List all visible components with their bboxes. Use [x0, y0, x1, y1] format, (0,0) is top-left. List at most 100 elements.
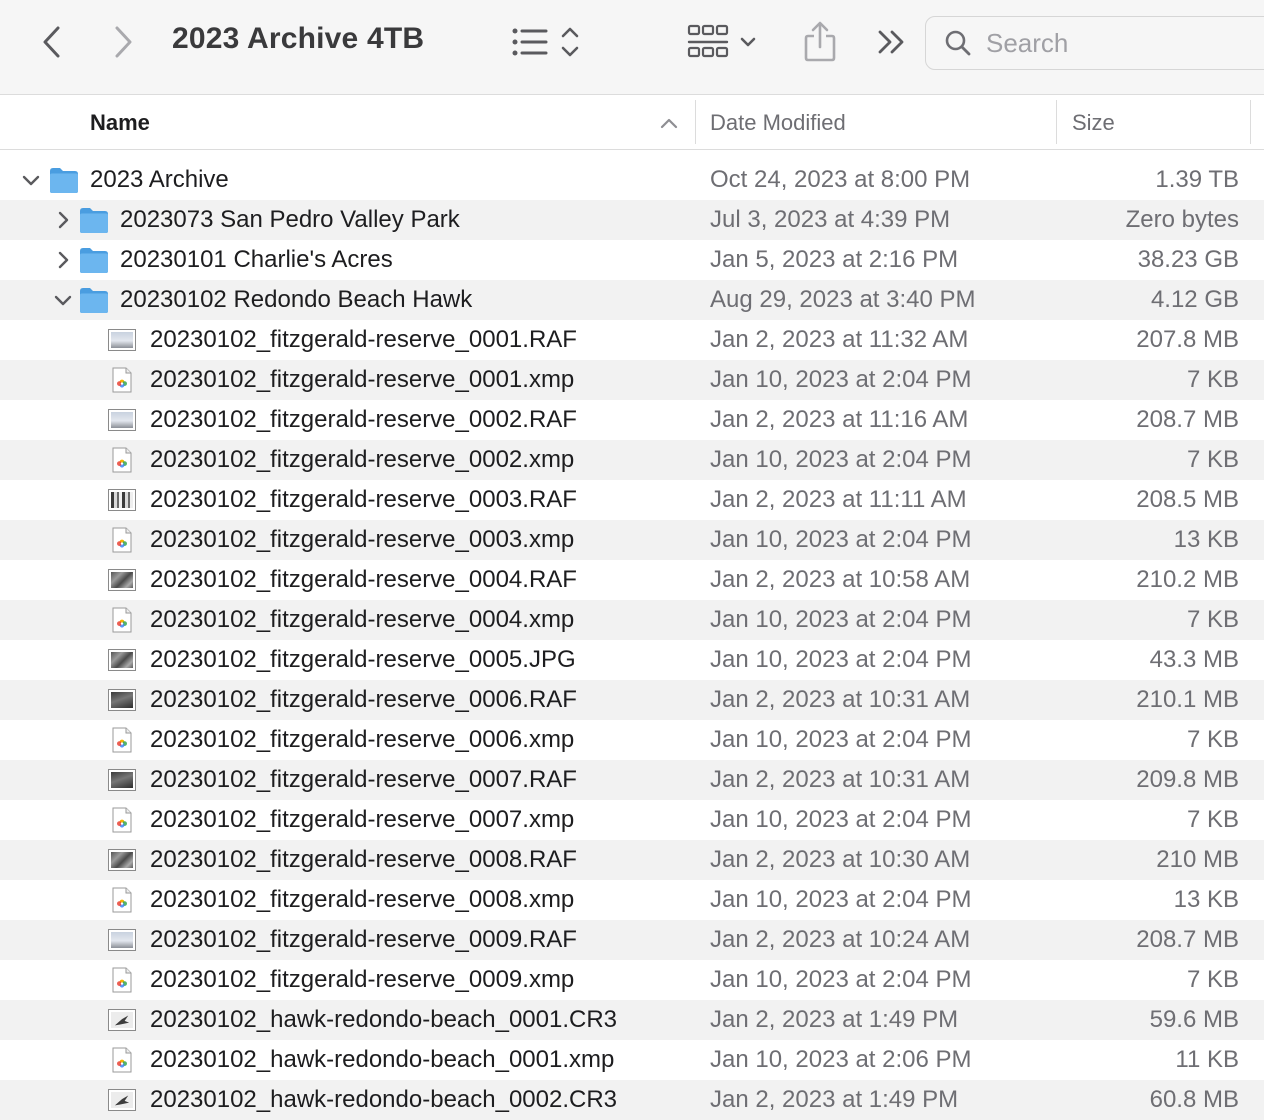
file-name: 20230102_fitzgerald-reserve_0008.xmp — [150, 886, 575, 913]
image-thumbnail-icon — [108, 1009, 136, 1031]
file-size: 208.7 MB — [1136, 926, 1239, 953]
file-row[interactable]: 20230102_fitzgerald-reserve_0003.RAF Jan … — [0, 480, 1264, 520]
search-icon — [945, 30, 971, 56]
file-size: 208.5 MB — [1136, 486, 1239, 513]
image-thumbnail-icon — [108, 329, 136, 351]
toolbar: 2023 Archive 4TB — [0, 0, 1264, 95]
file-name: 20230102_fitzgerald-reserve_0002.RAF — [150, 406, 577, 433]
image-thumbnail-icon — [108, 489, 136, 511]
file-row[interactable]: 20230102_fitzgerald-reserve_0001.xmp Jan … — [0, 360, 1264, 400]
file-size: 4.12 GB — [1150, 286, 1239, 313]
file-size: 7 KB — [1186, 366, 1239, 393]
chevron-right-icon — [115, 26, 132, 58]
date-modified: Jan 2, 2023 at 10:30 AM — [710, 846, 971, 873]
column-divider[interactable] — [695, 100, 696, 144]
file-row[interactable]: 20230102_fitzgerald-reserve_0002.RAF Jan … — [0, 400, 1264, 440]
date-modified: Jan 5, 2023 at 2:16 PM — [710, 246, 959, 273]
folder-icon — [78, 205, 110, 235]
file-size: 210.2 MB — [1136, 566, 1239, 593]
image-thumbnail-icon — [108, 769, 136, 791]
file-row[interactable]: 20230102_fitzgerald-reserve_0008.RAF Jan … — [0, 840, 1264, 880]
disclosure-collapsed-icon[interactable] — [52, 249, 74, 271]
group-view-button[interactable] — [684, 20, 764, 64]
folder-icon — [48, 165, 80, 195]
file-name: 20230102_fitzgerald-reserve_0009.xmp — [150, 966, 575, 993]
file-row[interactable]: 20230102_fitzgerald-reserve_0006.xmp Jan … — [0, 720, 1264, 760]
file-row[interactable]: 20230102_hawk-redondo-beach_0002.CR3 Jan … — [0, 1080, 1264, 1120]
disclosure-expanded-icon[interactable] — [20, 169, 42, 191]
date-modified: Jan 10, 2023 at 2:04 PM — [710, 366, 972, 393]
column-name-header[interactable]: Name — [90, 96, 690, 150]
file-size: 60.8 MB — [1149, 1086, 1239, 1113]
file-size: 7 KB — [1186, 966, 1239, 993]
file-row[interactable]: 20230102_fitzgerald-reserve_0006.RAF Jan … — [0, 680, 1264, 720]
folder-row[interactable]: 20230102 Redondo Beach Hawk Aug 29, 2023 … — [0, 280, 1264, 320]
column-header: Name Date Modified Size — [0, 96, 1264, 150]
folder-icon — [78, 245, 110, 275]
file-name: 20230102_fitzgerald-reserve_0005.JPG — [150, 646, 576, 673]
share-button[interactable] — [798, 18, 842, 64]
file-row[interactable]: 20230102_hawk-redondo-beach_0001.CR3 Jan … — [0, 1000, 1264, 1040]
file-row[interactable]: 20230102_fitzgerald-reserve_0003.xmp Jan … — [0, 520, 1264, 560]
xmp-document-icon — [111, 887, 133, 913]
disclosure-expanded-icon[interactable] — [52, 289, 74, 311]
column-divider[interactable] — [1250, 100, 1251, 144]
window-title: 2023 Archive 4TB — [172, 22, 425, 55]
image-thumbnail-icon — [108, 929, 136, 951]
file-row[interactable]: 20230102_fitzgerald-reserve_0007.xmp Jan … — [0, 800, 1264, 840]
folder-icon — [78, 285, 110, 315]
date-modified: Jan 10, 2023 at 2:04 PM — [710, 606, 972, 633]
date-modified: Jul 3, 2023 at 4:39 PM — [710, 206, 951, 233]
date-modified: Jan 10, 2023 at 2:04 PM — [710, 646, 972, 673]
file-row[interactable]: 20230102_fitzgerald-reserve_0002.xmp Jan … — [0, 440, 1264, 480]
file-row[interactable]: 20230102_fitzgerald-reserve_0004.xmp Jan … — [0, 600, 1264, 640]
file-size: 208.7 MB — [1136, 406, 1239, 433]
date-modified: Jan 10, 2023 at 2:04 PM — [710, 886, 972, 913]
file-row[interactable]: 20230102_fitzgerald-reserve_0009.xmp Jan … — [0, 960, 1264, 1000]
xmp-document-icon — [111, 1047, 133, 1073]
sort-ascending-icon[interactable] — [658, 112, 680, 134]
file-size: Zero bytes — [1125, 206, 1239, 233]
list-view-button[interactable] — [506, 20, 586, 64]
file-row[interactable]: 20230102_fitzgerald-reserve_0007.RAF Jan … — [0, 760, 1264, 800]
file-name: 20230102_fitzgerald-reserve_0008.RAF — [150, 846, 577, 873]
column-divider[interactable] — [1056, 100, 1057, 144]
back-button[interactable] — [30, 20, 74, 64]
folder-row[interactable]: 2023 Archive Oct 24, 2023 at 8:00 PM 1.39 … — [0, 160, 1264, 200]
file-name: 20230102_fitzgerald-reserve_0007.RAF — [150, 766, 577, 793]
folder-row[interactable]: 2023073 San Pedro Valley Park Jul 3, 2023… — [0, 200, 1264, 240]
disclosure-collapsed-icon[interactable] — [52, 209, 74, 231]
date-modified: Jan 2, 2023 at 11:32 AM — [710, 326, 969, 353]
file-row[interactable]: 20230102_fitzgerald-reserve_0005.JPG Jan … — [0, 640, 1264, 680]
file-size: 207.8 MB — [1136, 326, 1239, 353]
file-row[interactable]: 20230102_fitzgerald-reserve_0001.RAF Jan … — [0, 320, 1264, 360]
date-modified: Jan 10, 2023 at 2:04 PM — [710, 726, 972, 753]
file-row[interactable]: 20230102_fitzgerald-reserve_0008.xmp Jan … — [0, 880, 1264, 920]
column-date-header[interactable]: Date Modified — [710, 96, 846, 150]
more-toolbar-button[interactable] — [870, 20, 914, 64]
file-size: 13 KB — [1173, 526, 1239, 553]
file-size: 38.23 GB — [1137, 246, 1239, 273]
search-input[interactable] — [986, 27, 1226, 59]
date-modified: Jan 2, 2023 at 10:31 AM — [710, 766, 971, 793]
file-name: 20230102_fitzgerald-reserve_0009.RAF — [150, 926, 577, 953]
file-name: 20230102_fitzgerald-reserve_0003.xmp — [150, 526, 575, 553]
file-name: 20230102_fitzgerald-reserve_0001.RAF — [150, 326, 577, 353]
file-row[interactable]: 20230102_hawk-redondo-beach_0001.xmp Jan … — [0, 1040, 1264, 1080]
xmp-document-icon — [111, 367, 133, 393]
xmp-document-icon — [111, 967, 133, 993]
file-name: 2023073 San Pedro Valley Park — [120, 206, 460, 233]
forward-button[interactable] — [101, 20, 145, 64]
column-size-header[interactable]: Size — [1072, 96, 1115, 150]
file-row[interactable]: 20230102_fitzgerald-reserve_0004.RAF Jan … — [0, 560, 1264, 600]
file-name: 20230102_fitzgerald-reserve_0006.RAF — [150, 686, 577, 713]
date-modified: Jan 10, 2023 at 2:04 PM — [710, 526, 972, 553]
double-chevron-icon — [878, 30, 904, 54]
xmp-document-icon — [111, 807, 133, 833]
image-thumbnail-icon — [108, 689, 136, 711]
xmp-document-icon — [111, 527, 133, 553]
search-field[interactable] — [925, 16, 1264, 70]
folder-row[interactable]: 20230101 Charlie's Acres Jan 5, 2023 at 2… — [0, 240, 1264, 280]
file-row[interactable]: 20230102_fitzgerald-reserve_0009.RAF Jan … — [0, 920, 1264, 960]
file-name: 20230102_hawk-redondo-beach_0001.xmp — [150, 1046, 615, 1073]
